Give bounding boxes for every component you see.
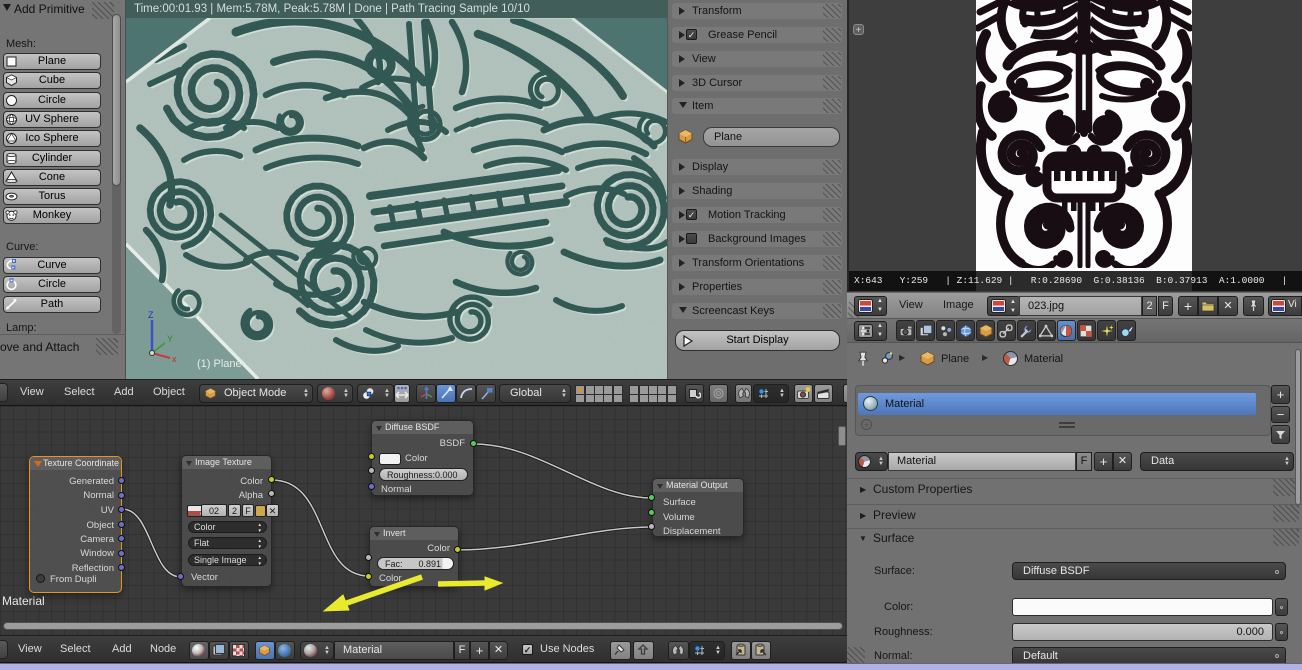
- svg-text:Z: Z: [148, 310, 154, 320]
- svg-text:x: x: [172, 354, 177, 363]
- svg-text:Y: Y: [167, 334, 173, 344]
